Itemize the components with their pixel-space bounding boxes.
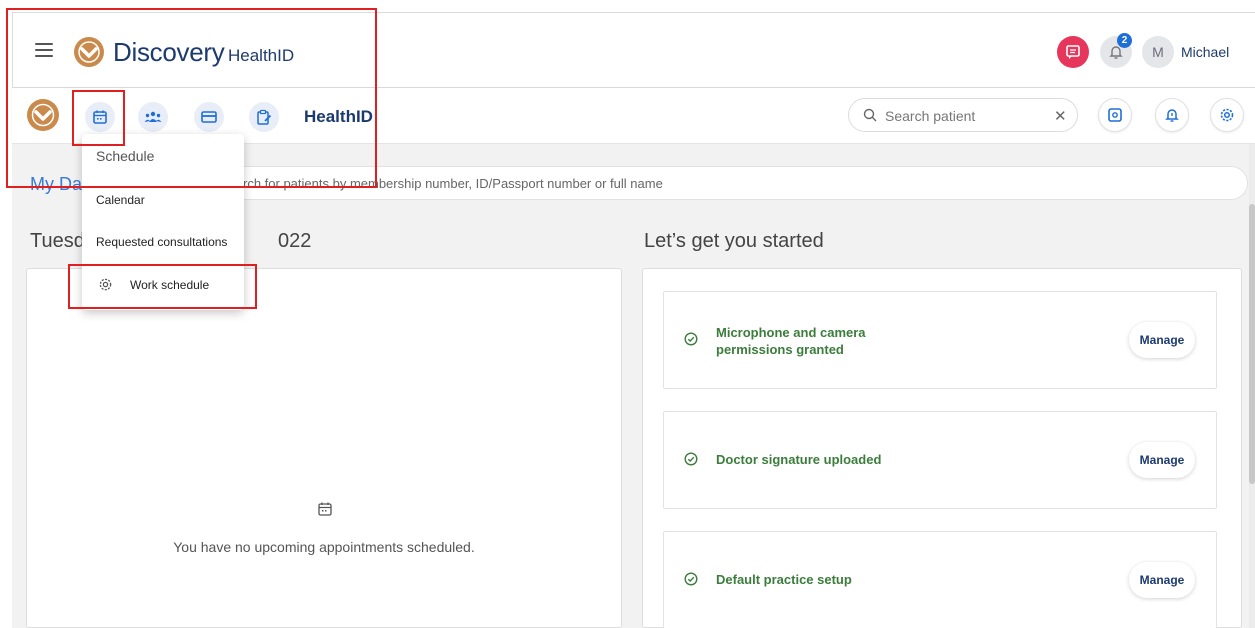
username[interactable]: Michael (1181, 44, 1229, 60)
discovery-logo-icon[interactable] (26, 98, 60, 132)
toolbar-title: HealthID (304, 107, 373, 126)
patient-search-bar[interactable]: rch for patients by membership number, I… (222, 166, 1248, 200)
check-circle-icon (684, 572, 698, 586)
search-icon (863, 108, 877, 122)
patients-button[interactable] (138, 102, 168, 132)
menu-icon[interactable] (35, 43, 53, 57)
patient-search-placeholder: rch for patients by membership number, I… (243, 175, 663, 191)
scrollbar[interactable] (1249, 144, 1255, 628)
dropdown-header: Schedule (96, 148, 155, 164)
getting-started-card: Microphone and camera permissions grante… (642, 268, 1242, 628)
menu-item-calendar[interactable]: Calendar (96, 193, 145, 207)
chat-button[interactable] (1057, 36, 1089, 68)
chat-icon (1066, 45, 1080, 59)
brand-name: Discovery (113, 37, 225, 67)
settings-button[interactable] (1210, 98, 1244, 132)
calendar-icon (93, 110, 107, 124)
task-label: Default practice setup (716, 572, 852, 587)
empty-appointments-message: You have no upcoming appointments schedu… (173, 539, 475, 555)
task-label: Doctor signature uploaded (716, 452, 882, 467)
scrollbar-thumb[interactable] (1249, 204, 1255, 484)
patient-search-box[interactable]: ✕ (848, 98, 1078, 132)
menu-item-work-schedule[interactable]: Work schedule (130, 278, 209, 292)
clipboard-icon (257, 109, 272, 125)
notification-badge: 2 (1117, 33, 1132, 48)
billing-button[interactable] (194, 102, 224, 132)
brand-sub: HealthID (228, 46, 295, 65)
date-heading-end: 022 (278, 230, 312, 252)
check-circle-icon (684, 332, 698, 346)
date-heading-start: Tuesd (30, 230, 85, 252)
dashboard-title: My Da (30, 174, 83, 194)
task-item: Doctor signature uploaded Manage (663, 411, 1217, 509)
settings-icon (1220, 108, 1234, 122)
manage-button[interactable]: Manage (1129, 442, 1195, 478)
avatar[interactable]: M (1142, 36, 1174, 68)
calendar-icon (318, 502, 332, 516)
top-header: Discovery HealthID 2 M Michael (12, 12, 1255, 88)
task-label: Microphone and camera permissions grante… (716, 325, 866, 357)
discovery-logo-icon[interactable] (73, 36, 105, 68)
task-item: Default practice setup Manage (663, 531, 1217, 628)
close-icon[interactable]: ✕ (1054, 107, 1067, 125)
bell-icon (1165, 109, 1179, 122)
clipboard-button[interactable] (249, 102, 279, 132)
practice-icon (1108, 108, 1122, 122)
alerts-button[interactable] (1155, 98, 1189, 132)
settings-icon (99, 278, 112, 291)
started-heading: Let’s get you started (644, 230, 824, 252)
group-icon (144, 111, 162, 122)
appointments-card: You have no upcoming appointments schedu… (26, 268, 622, 628)
schedule-dropdown: Schedule Calendar Requested consultation… (82, 134, 244, 310)
check-circle-icon (684, 452, 698, 466)
search-input[interactable] (885, 106, 1035, 126)
menu-item-requested-consultations[interactable]: Requested consultations (96, 235, 227, 249)
task-item: Microphone and camera permissions grante… (663, 291, 1217, 389)
manage-button[interactable]: Manage (1129, 562, 1195, 598)
manage-button[interactable]: Manage (1129, 322, 1195, 358)
schedule-button[interactable] (85, 102, 115, 132)
practice-button[interactable] (1098, 98, 1132, 132)
card-icon (201, 111, 217, 123)
